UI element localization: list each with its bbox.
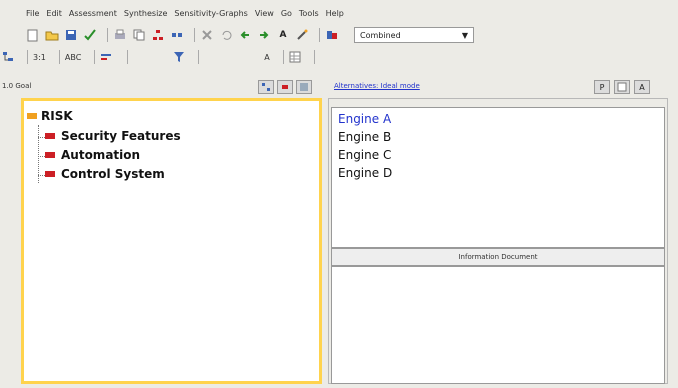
toolbar-separator: [58, 50, 60, 64]
information-document-header: Information Document: [331, 248, 665, 266]
combine-icon[interactable]: [325, 28, 339, 42]
go-left-icon[interactable]: [238, 28, 252, 42]
toolbar-separator: [319, 28, 320, 42]
wand-icon[interactable]: [295, 28, 309, 42]
tree-node-label: Security Features: [61, 129, 181, 143]
node-icon[interactable]: [277, 80, 293, 94]
tree-view-icon[interactable]: [2, 51, 14, 63]
tree-node-automation[interactable]: Automation: [45, 148, 140, 162]
tree-connector: [38, 137, 45, 138]
tree-connector: [38, 156, 45, 157]
main-toolbar: A Combined ▼: [0, 24, 678, 46]
tree-node-label: Control System: [61, 167, 165, 181]
menu-help[interactable]: Help: [326, 9, 344, 18]
alternative-engine-a[interactable]: Engine A: [338, 112, 391, 126]
hierarchy-tree-panel: RISK Security Features Automation Contro…: [21, 98, 322, 384]
table-icon[interactable]: [614, 80, 630, 94]
node-marker-icon: [45, 152, 55, 158]
open-icon[interactable]: [45, 28, 59, 42]
tree-node-root[interactable]: RISK: [27, 109, 73, 123]
goal-label: 1.0 Goal: [2, 82, 32, 90]
alternatives-panel: Engine A Engine B Engine C Engine D: [331, 107, 665, 248]
expand-icon[interactable]: [296, 80, 312, 94]
chevron-down-icon: ▼: [461, 30, 468, 40]
alternative-engine-c[interactable]: Engine C: [338, 148, 391, 162]
menu-go[interactable]: Go: [281, 9, 292, 18]
priority-button[interactable]: P: [594, 80, 610, 94]
menu-view[interactable]: View: [255, 9, 274, 18]
panel-header-bar: 1.0 Goal Alternatives: Ideal mode P A: [0, 78, 678, 96]
go-right-icon[interactable]: [257, 28, 271, 42]
tree-node-label: Automation: [61, 148, 141, 162]
insert-sibling-icon[interactable]: [170, 28, 184, 42]
toolbar-separator: [313, 50, 315, 64]
undo-icon[interactable]: [219, 28, 233, 42]
toolbar-separator: [194, 28, 195, 42]
insert-child-icon[interactable]: [151, 28, 165, 42]
menu-bar: File Edit Assessment Synthesize Sensitiv…: [0, 4, 678, 22]
combined-select[interactable]: Combined ▼: [354, 27, 474, 43]
alternative-engine-d[interactable]: Engine D: [338, 166, 392, 180]
abc-button[interactable]: ABC: [65, 53, 81, 62]
font-icon[interactable]: A: [276, 28, 290, 42]
grid-icon[interactable]: [289, 51, 301, 63]
print-icon[interactable]: [113, 28, 127, 42]
bar-graph-icon[interactable]: [100, 52, 114, 62]
menu-synthesize[interactable]: Synthesize: [124, 9, 168, 18]
check-icon[interactable]: [83, 28, 97, 42]
tree-connector: [38, 175, 45, 176]
combined-select-value: Combined: [360, 30, 401, 40]
node-marker-icon: [45, 133, 55, 139]
delete-icon[interactable]: [200, 28, 214, 42]
alternatives-ideal-mode-link[interactable]: Alternatives: Ideal mode: [334, 82, 420, 90]
toolbar-separator: [198, 50, 200, 64]
information-document-title: Information Document: [458, 253, 538, 261]
secondary-toolbar: 3:1 ABC A: [0, 48, 678, 66]
alternative-font-button[interactable]: A: [634, 80, 650, 94]
goal-marker-icon: [27, 113, 37, 119]
tree-node-control-system[interactable]: Control System: [45, 167, 165, 181]
toolbar-separator: [127, 50, 129, 64]
copy-icon[interactable]: [132, 28, 146, 42]
alternatives-tools: P A: [594, 80, 650, 94]
pairwise-ratio-button[interactable]: 3:1: [33, 53, 46, 62]
filter-icon[interactable]: [173, 51, 185, 63]
toolbar-separator: [94, 50, 96, 64]
tree-node-security-features[interactable]: Security Features: [45, 129, 181, 143]
menu-file[interactable]: File: [26, 9, 39, 18]
menu-edit[interactable]: Edit: [46, 9, 62, 18]
alternative-engine-b[interactable]: Engine B: [338, 130, 391, 144]
tree-layout-icon[interactable]: [258, 80, 274, 94]
information-document-area[interactable]: [331, 266, 665, 384]
save-icon[interactable]: [64, 28, 78, 42]
toolbar-separator: [107, 28, 108, 42]
menu-sensitivity-graphs[interactable]: Sensitivity-Graphs: [174, 9, 247, 18]
menu-assessment[interactable]: Assessment: [69, 9, 117, 18]
new-icon[interactable]: [26, 28, 40, 42]
toolbar-separator: [27, 50, 28, 64]
toolbar-separator: [282, 50, 284, 64]
menu-tools[interactable]: Tools: [299, 9, 319, 18]
font-size-icon[interactable]: A: [264, 53, 269, 62]
node-marker-icon: [45, 171, 55, 177]
tree-root-label: RISK: [41, 109, 73, 123]
tree-tools: [258, 80, 312, 94]
